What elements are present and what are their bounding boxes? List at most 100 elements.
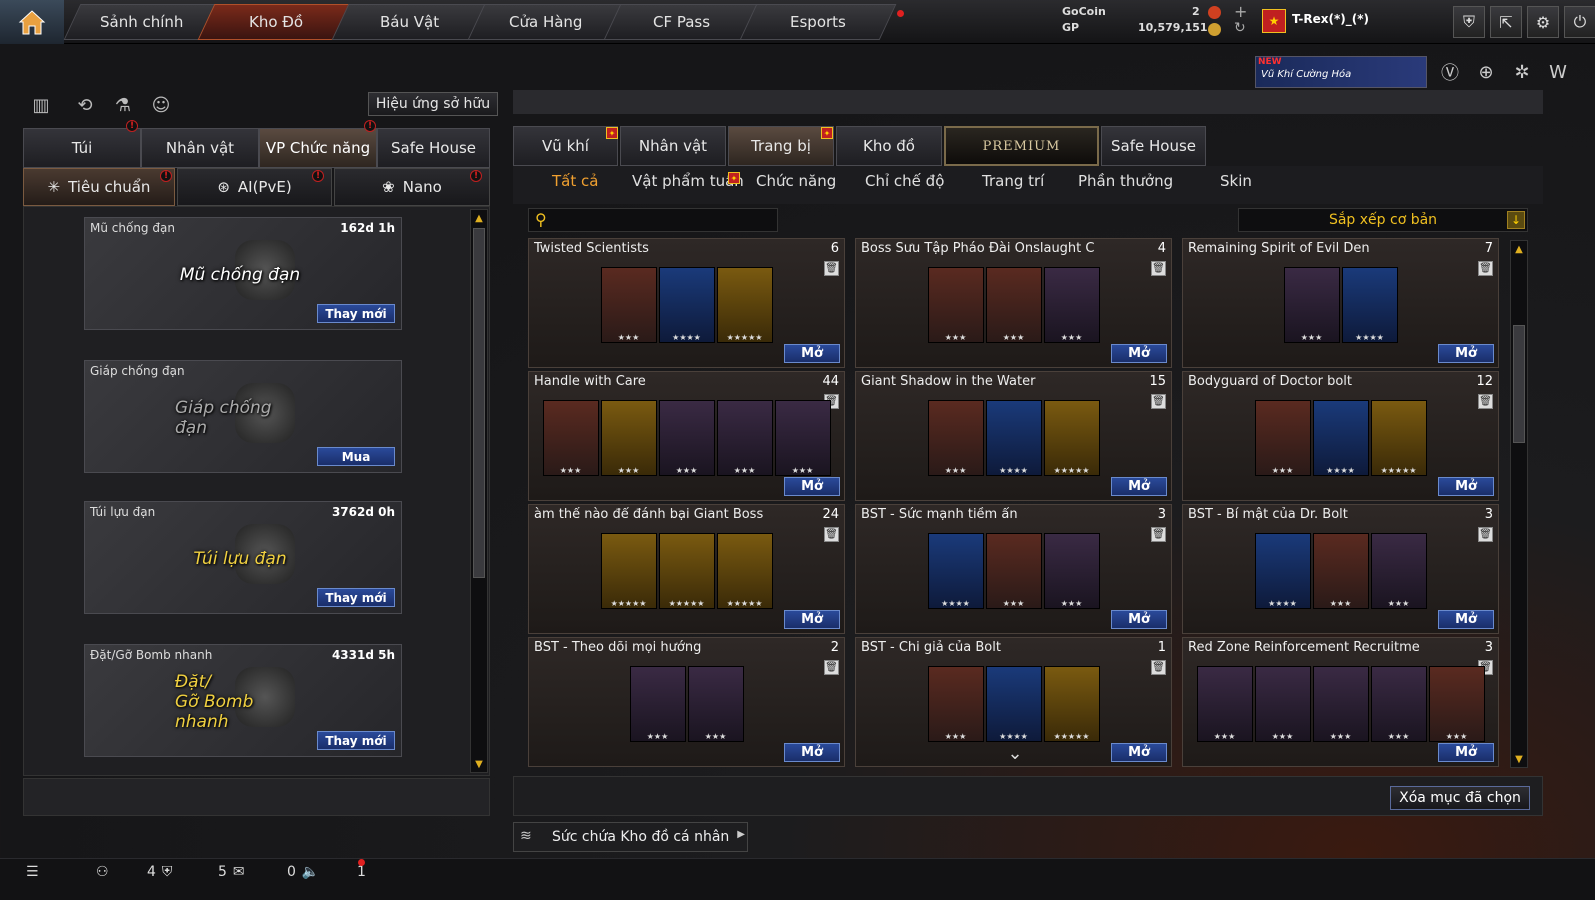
open-button[interactable]: Mở (1438, 477, 1494, 496)
chevron-down-icon[interactable]: ↓ (1507, 211, 1525, 229)
list-item[interactable]: Túi lựu đạn 3762d 0h Túi lựu đạn Thay mớ… (84, 501, 402, 614)
character-mix-icon[interactable]: ⚗ (110, 92, 136, 118)
subtab-ai-pve[interactable]: ⊛ AI(PvE) (177, 168, 332, 206)
subtab-standard[interactable]: ✳ Tiêu chuẩn (23, 168, 175, 206)
home-button[interactable] (0, 0, 64, 44)
replace-button[interactable]: Thay mới (317, 588, 395, 607)
open-button[interactable]: Mở (1438, 610, 1494, 629)
friends-icon[interactable]: ⚇ (96, 864, 109, 880)
item-card[interactable]: BST - Theo dõi mọi hướng 2 🗑 ★★★ ★★★ Mở (528, 637, 845, 767)
subtab-nano[interactable]: ❀ Nano (334, 168, 490, 206)
item-card[interactable]: Boss Sưu Tập Pháo Đài Onslaught C 4 🗑 ★★… (855, 238, 1172, 368)
nav-tab-cfpass[interactable]: CF Pass (603, 4, 761, 40)
scroll-thumb[interactable] (1513, 325, 1525, 443)
ranking-icon[interactable]: ▥ (28, 92, 54, 118)
category-mode-only[interactable]: Chỉ chế độ (865, 172, 944, 190)
gear-icon[interactable]: ⚙ (1527, 6, 1559, 38)
delete-selected-button[interactable]: Xóa mục đã chọn (1390, 786, 1530, 810)
promo-banner[interactable]: NEW Vũ Khí Cường Hóa (1255, 56, 1427, 88)
item-card[interactable]: BST - Bí mật của Dr. Bolt 3 🗑 ★★★★ ★★★ ★★★… (1182, 504, 1499, 634)
v-badge-icon[interactable]: Ⓥ (1436, 58, 1464, 86)
tab-weapons[interactable]: Vũ khí (513, 126, 618, 166)
message-count[interactable]: 5 ✉ (218, 864, 245, 880)
replace-button[interactable]: Thay mới (317, 731, 395, 750)
list-item[interactable]: Đặt/Gỡ Bomb nhanh 4331d 5h Đặt/Gỡ Bomb n… (84, 644, 402, 757)
item-card[interactable]: Handle with Care 44 🗑 ★★★ ★★★ ★★★ ★★★ ★★★ Mở (528, 371, 845, 501)
scroll-down-icon[interactable]: ▼ (473, 758, 485, 770)
notification-count[interactable]: 1 (357, 864, 366, 880)
add-currency-button[interactable]: + (1234, 2, 1247, 21)
category-all[interactable]: Tất cả (552, 172, 598, 190)
category-decoration[interactable]: Trang trí (982, 172, 1044, 190)
nav-tab-lobby[interactable]: Sảnh chính (63, 4, 221, 40)
tab-safe-house[interactable]: Safe House (377, 128, 490, 168)
open-button[interactable]: Mở (1438, 743, 1494, 762)
mouse-icon[interactable]: ☺ (148, 92, 174, 118)
open-button[interactable]: Mở (784, 477, 840, 496)
nav-tab-treasure[interactable]: Báu Vật (331, 4, 489, 40)
exit-door-icon[interactable]: ⇱ (1490, 6, 1522, 38)
w-logo-icon[interactable]: W (1544, 58, 1572, 86)
chevron-down-icon[interactable]: ⌄ (1000, 743, 1030, 764)
item-card[interactable]: àm thế nào để đánh bại Giant Boss 24 🗑 ★… (528, 504, 845, 634)
menu-list-icon[interactable]: ☰ (26, 864, 39, 880)
radar-icon[interactable]: ✲ (1508, 58, 1536, 86)
open-button[interactable]: Mở (1111, 477, 1167, 496)
owned-effects-button[interactable]: Hiệu ứng sở hữu (368, 92, 498, 116)
item-card[interactable]: Red Zone Reinforcement Recruitme 3 🗑 ★★★… (1182, 637, 1499, 767)
item-card[interactable]: Giant Shadow in the Water 15 🗑 ★★★ ★★★★ ★★… (855, 371, 1172, 501)
nav-tab-shop[interactable]: Cửa Hàng (467, 4, 625, 40)
nav-tab-inventory[interactable]: Kho Đồ (197, 4, 355, 40)
search-input[interactable]: ⚲ (528, 208, 778, 232)
history-icon[interactable]: ⟲ (72, 92, 98, 118)
item-name: Giáp chống đạn (90, 364, 185, 378)
open-button[interactable]: Mở (1111, 344, 1167, 363)
refresh-icon[interactable]: ↻ (1234, 20, 1246, 36)
open-button[interactable]: Mở (784, 344, 840, 363)
tab-storage[interactable]: Kho đồ (836, 126, 942, 166)
clan-count[interactable]: 4 ⛨ (147, 864, 172, 880)
list-item[interactable]: Giáp chống đạn Giáp chống đạn Mua (84, 360, 402, 473)
tab-bag[interactable]: Túi (23, 128, 141, 168)
tab-functional-items[interactable]: VP Chức năng (259, 128, 377, 168)
nav-tab-esports[interactable]: Esports (739, 4, 897, 40)
crosshair-globe-icon[interactable]: ⊕ (1472, 58, 1500, 86)
item-card[interactable]: Bodyguard of Doctor bolt 12 🗑 ★★★ ★★★★ ★★★… (1182, 371, 1499, 501)
category-functional[interactable]: Chức năng (756, 172, 836, 190)
category-skin[interactable]: Skin (1220, 172, 1252, 190)
tab-gear[interactable]: Trang bị (728, 126, 834, 166)
voice-count[interactable]: 0 🔈 (287, 864, 319, 880)
player-name[interactable]: T-Rex(*)_(*) (1292, 12, 1369, 26)
storage-capacity-button[interactable]: ≋ Sức chứa Kho đồ cá nhân ▶ (513, 822, 748, 852)
scroll-up-icon[interactable]: ▲ (473, 212, 485, 224)
item-card[interactable]: Remaining Spirit of Evil Den 7 🗑 ★★★ ★★★★… (1182, 238, 1499, 368)
buy-button[interactable]: Mua (317, 447, 395, 466)
new-badge: NEW (1258, 57, 1282, 67)
gocoin-icon (1208, 6, 1221, 19)
sort-dropdown[interactable]: Sắp xếp cơ bản ↓ (1238, 208, 1528, 232)
grid-scrollbar[interactable]: ▲ ▼ (1510, 240, 1528, 768)
open-button[interactable]: Mở (1438, 344, 1494, 363)
item-card[interactable]: Twisted Scientists 6 🗑 ★★★ ★★★★ ★★★★★ Mở (528, 238, 845, 368)
open-button[interactable]: Mở (1111, 610, 1167, 629)
replace-button[interactable]: Thay mới (317, 304, 395, 323)
scroll-down-icon[interactable]: ▼ (1513, 753, 1525, 765)
open-button[interactable]: Mở (784, 610, 840, 629)
scroll-thumb[interactable] (473, 228, 485, 578)
list-item[interactable]: Mũ chống đạn 162d 1h Mũ chống đạn Thay m… (84, 217, 402, 330)
tab-safe-house-right[interactable]: Safe House (1101, 126, 1206, 166)
item-art-label: Đặt/ (175, 672, 211, 692)
power-icon[interactable]: ⏻ (1564, 6, 1595, 38)
tab-character[interactable]: Nhân vật (141, 128, 259, 168)
tab-characters[interactable]: Nhân vật (620, 126, 726, 166)
left-scrollbar[interactable]: ▲ ▼ (470, 209, 488, 773)
category-rewards[interactable]: Phần thưởng (1078, 172, 1173, 190)
tab-premium[interactable]: PREMIUM (944, 126, 1099, 166)
shield-icon[interactable]: ⛨ (1453, 6, 1485, 38)
gp-icon (1208, 23, 1221, 36)
scroll-up-icon[interactable]: ▲ (1513, 243, 1525, 255)
item-card[interactable]: BST - Sức mạnh tiềm ẩn 3 🗑 ★★★★ ★★★ ★★★ Mở (855, 504, 1172, 634)
open-button[interactable]: Mở (784, 743, 840, 762)
open-button[interactable]: Mở (1111, 743, 1167, 762)
character-thumb: ★★★ (542, 400, 599, 476)
